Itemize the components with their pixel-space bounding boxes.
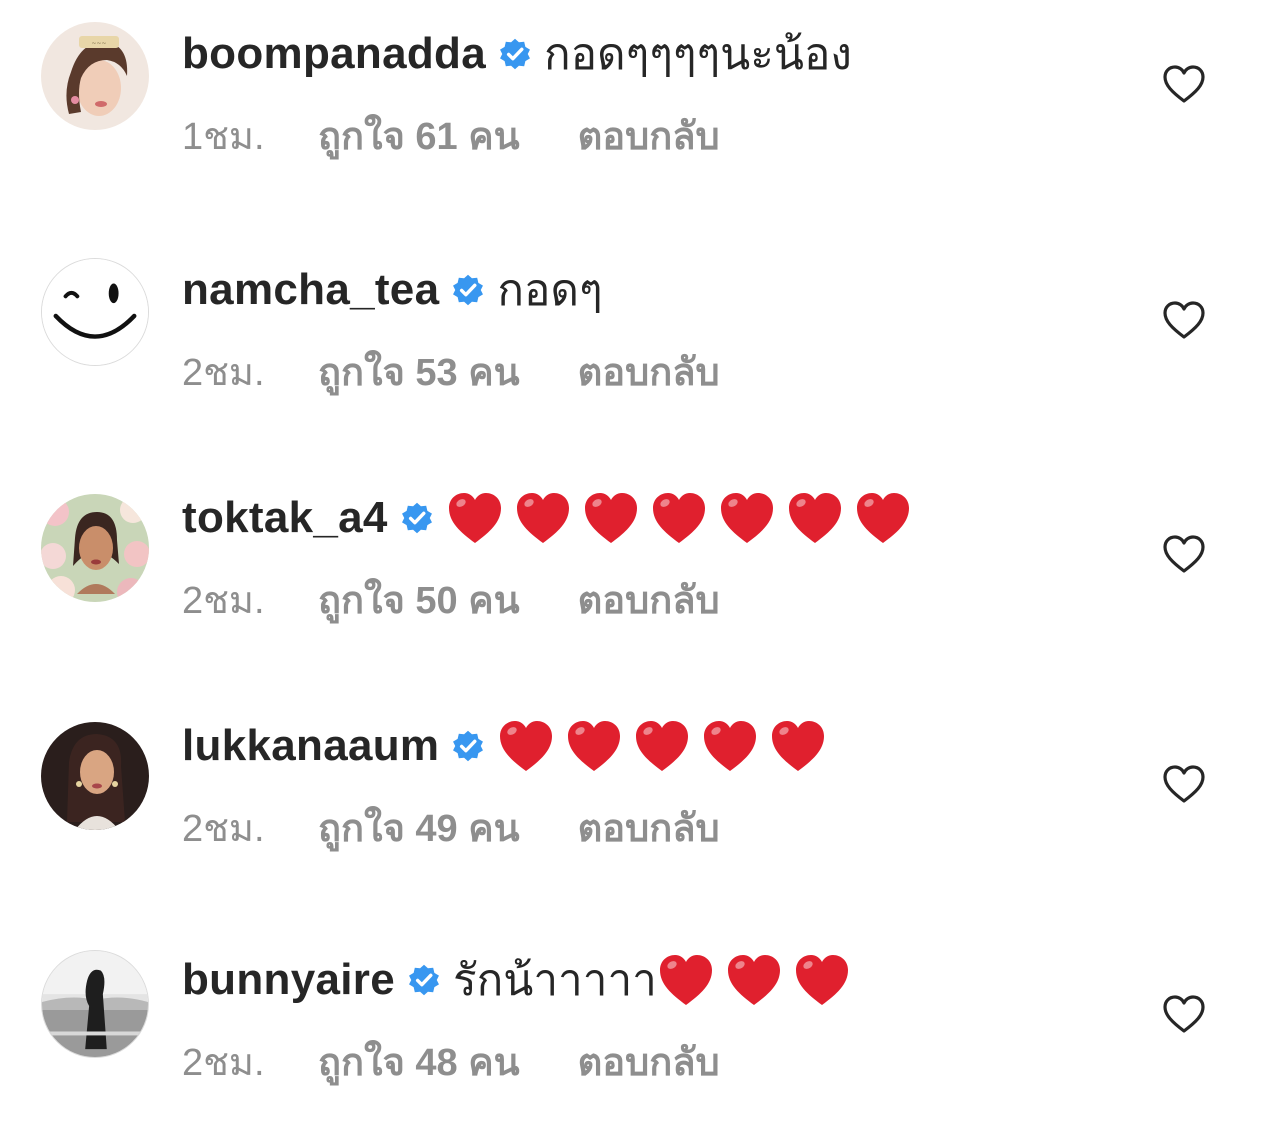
red-heart-emoji-icon [582,490,640,546]
red-heart-emoji-icon [657,952,715,1008]
like-count-link[interactable]: ถูกใจ 49 คน [318,797,520,858]
comment-header: namcha_tea กอดๆ [182,260,603,320]
heart-outline-icon [1163,535,1205,573]
red-heart-emoji-icon [769,718,827,774]
red-heart-emoji-icon [725,952,783,1008]
avatar[interactable] [41,258,149,366]
like-comment-button[interactable] [1162,64,1206,104]
red-heart-emoji-icon [497,718,555,774]
verified-badge-icon [451,729,485,763]
comment-item: toktak_a4 2ชม. ถูกใจ 50 คน ตอบกลับ [0,470,1280,670]
comment-item: ~~~ boompanadda กอดๆๆๆๆนะน้อง 1ชม. ถูกใจ… [0,0,1280,200]
svg-text:~~~: ~~~ [91,40,106,47]
like-count-link[interactable]: ถูกใจ 53 คน [318,341,520,402]
heart-outline-icon [1163,995,1205,1033]
like-count-link[interactable]: ถูกใจ 50 คน [318,569,520,630]
red-heart-emoji-icon [786,490,844,546]
red-heart-emoji-icon [718,490,776,546]
heart-outline-icon [1163,65,1205,103]
avatar-lukkanaaum-image [41,722,149,830]
reply-button[interactable]: ตอบกลับ [578,341,720,402]
red-heart-emoji-icon [565,718,623,774]
avatar-toktak-image [41,494,149,602]
verified-badge-icon [400,501,434,535]
verified-badge-icon [451,273,485,307]
comment-time: 2ชม. [182,1041,265,1084]
avatar[interactable] [41,494,149,602]
red-heart-emoji-icon [446,490,504,546]
like-comment-button[interactable] [1162,764,1206,804]
comment-meta: 1ชม. ถูกใจ 61 คน ตอบกลับ [182,110,720,160]
avatar[interactable] [41,950,149,1058]
avatar-bunnyaire-image [42,951,148,1057]
reply-button[interactable]: ตอบกลับ [578,105,720,166]
username[interactable]: lukkanaaum [182,721,439,771]
comment-time: 2ชม. [182,579,265,622]
comment-time: 2ชม. [182,351,265,394]
red-heart-emoji-icon [514,490,572,546]
comment-text: กอดๆๆๆๆนะน้อง [543,30,852,79]
reply-button[interactable]: ตอบกลับ [578,797,720,858]
username[interactable]: bunnyaire [182,955,395,1005]
heart-outline-icon [1163,765,1205,803]
reply-button[interactable]: ตอบกลับ [578,1031,720,1092]
username[interactable]: boompanadda [182,29,486,79]
comment-text: กอดๆ [497,266,603,315]
comment-meta: 2ชม. ถูกใจ 49 คน ตอบกลับ [182,802,720,852]
like-count-link[interactable]: ถูกใจ 48 คน [318,1031,520,1092]
comment-header: boompanadda กอดๆๆๆๆนะน้อง [182,24,852,84]
username[interactable]: toktak_a4 [182,493,388,543]
comment-time: 1ชม. [182,115,265,158]
avatar[interactable] [41,722,149,830]
avatar-smiley-image [42,259,148,365]
comment-header: bunnyaire รักน้าาาาา [182,950,861,1010]
avatar[interactable]: ~~~ [41,22,149,130]
reply-button[interactable]: ตอบกลับ [578,569,720,630]
red-heart-emoji-icon [650,490,708,546]
comment-meta: 2ชม. ถูกใจ 50 คน ตอบกลับ [182,574,720,624]
comment-item: namcha_tea กอดๆ 2ชม. ถูกใจ 53 คน ตอบกลับ [0,236,1280,436]
comment-text: รักน้าาาาา [452,956,657,1005]
comment-header: toktak_a4 [182,488,922,548]
red-heart-emoji-icon [701,718,759,774]
red-heart-emoji-icon [854,490,912,546]
verified-badge-icon [498,37,532,71]
heart-emoji-group [497,718,837,774]
avatar-boompanadda-image: ~~~ [41,22,149,130]
heart-outline-icon [1163,301,1205,339]
red-heart-emoji-icon [793,952,851,1008]
heart-emoji-group [446,490,922,546]
heart-emoji-group [657,952,861,1008]
like-comment-button[interactable] [1162,300,1206,340]
comment-item: lukkanaaum 2ชม. ถูกใจ 49 คน ตอบกลับ [0,698,1280,898]
username[interactable]: namcha_tea [182,265,439,315]
like-comment-button[interactable] [1162,994,1206,1034]
comment-meta: 2ชม. ถูกใจ 53 คน ตอบกลับ [182,346,720,396]
like-comment-button[interactable] [1162,534,1206,574]
comment-meta: 2ชม. ถูกใจ 48 คน ตอบกลับ [182,1036,720,1086]
verified-badge-icon [407,963,441,997]
comment-time: 2ชม. [182,807,265,850]
comment-header: lukkanaaum [182,716,837,776]
like-count-link[interactable]: ถูกใจ 61 คน [318,105,520,166]
comment-item: bunnyaire รักน้าาาาา 2ชม. ถูกใจ 48 คน ตอ… [0,928,1280,1128]
red-heart-emoji-icon [633,718,691,774]
